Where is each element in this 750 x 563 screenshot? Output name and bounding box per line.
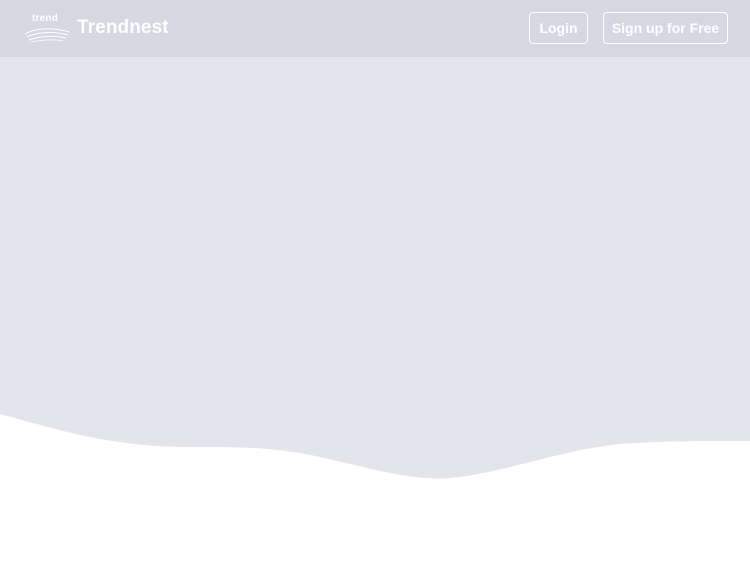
nest-swoosh-icon — [24, 28, 70, 43]
top-navigation-bar: trend Trendnest Login Sign up for Free — [0, 0, 750, 57]
signup-button[interactable]: Sign up for Free — [603, 12, 728, 44]
hero-section — [0, 0, 750, 563]
brand-name: Trendnest — [77, 17, 169, 38]
brand[interactable]: trend Trendnest — [23, 13, 169, 43]
trendnest-logo: trend — [23, 13, 71, 43]
hero-wave-background — [0, 0, 750, 479]
login-button[interactable]: Login — [529, 12, 588, 44]
